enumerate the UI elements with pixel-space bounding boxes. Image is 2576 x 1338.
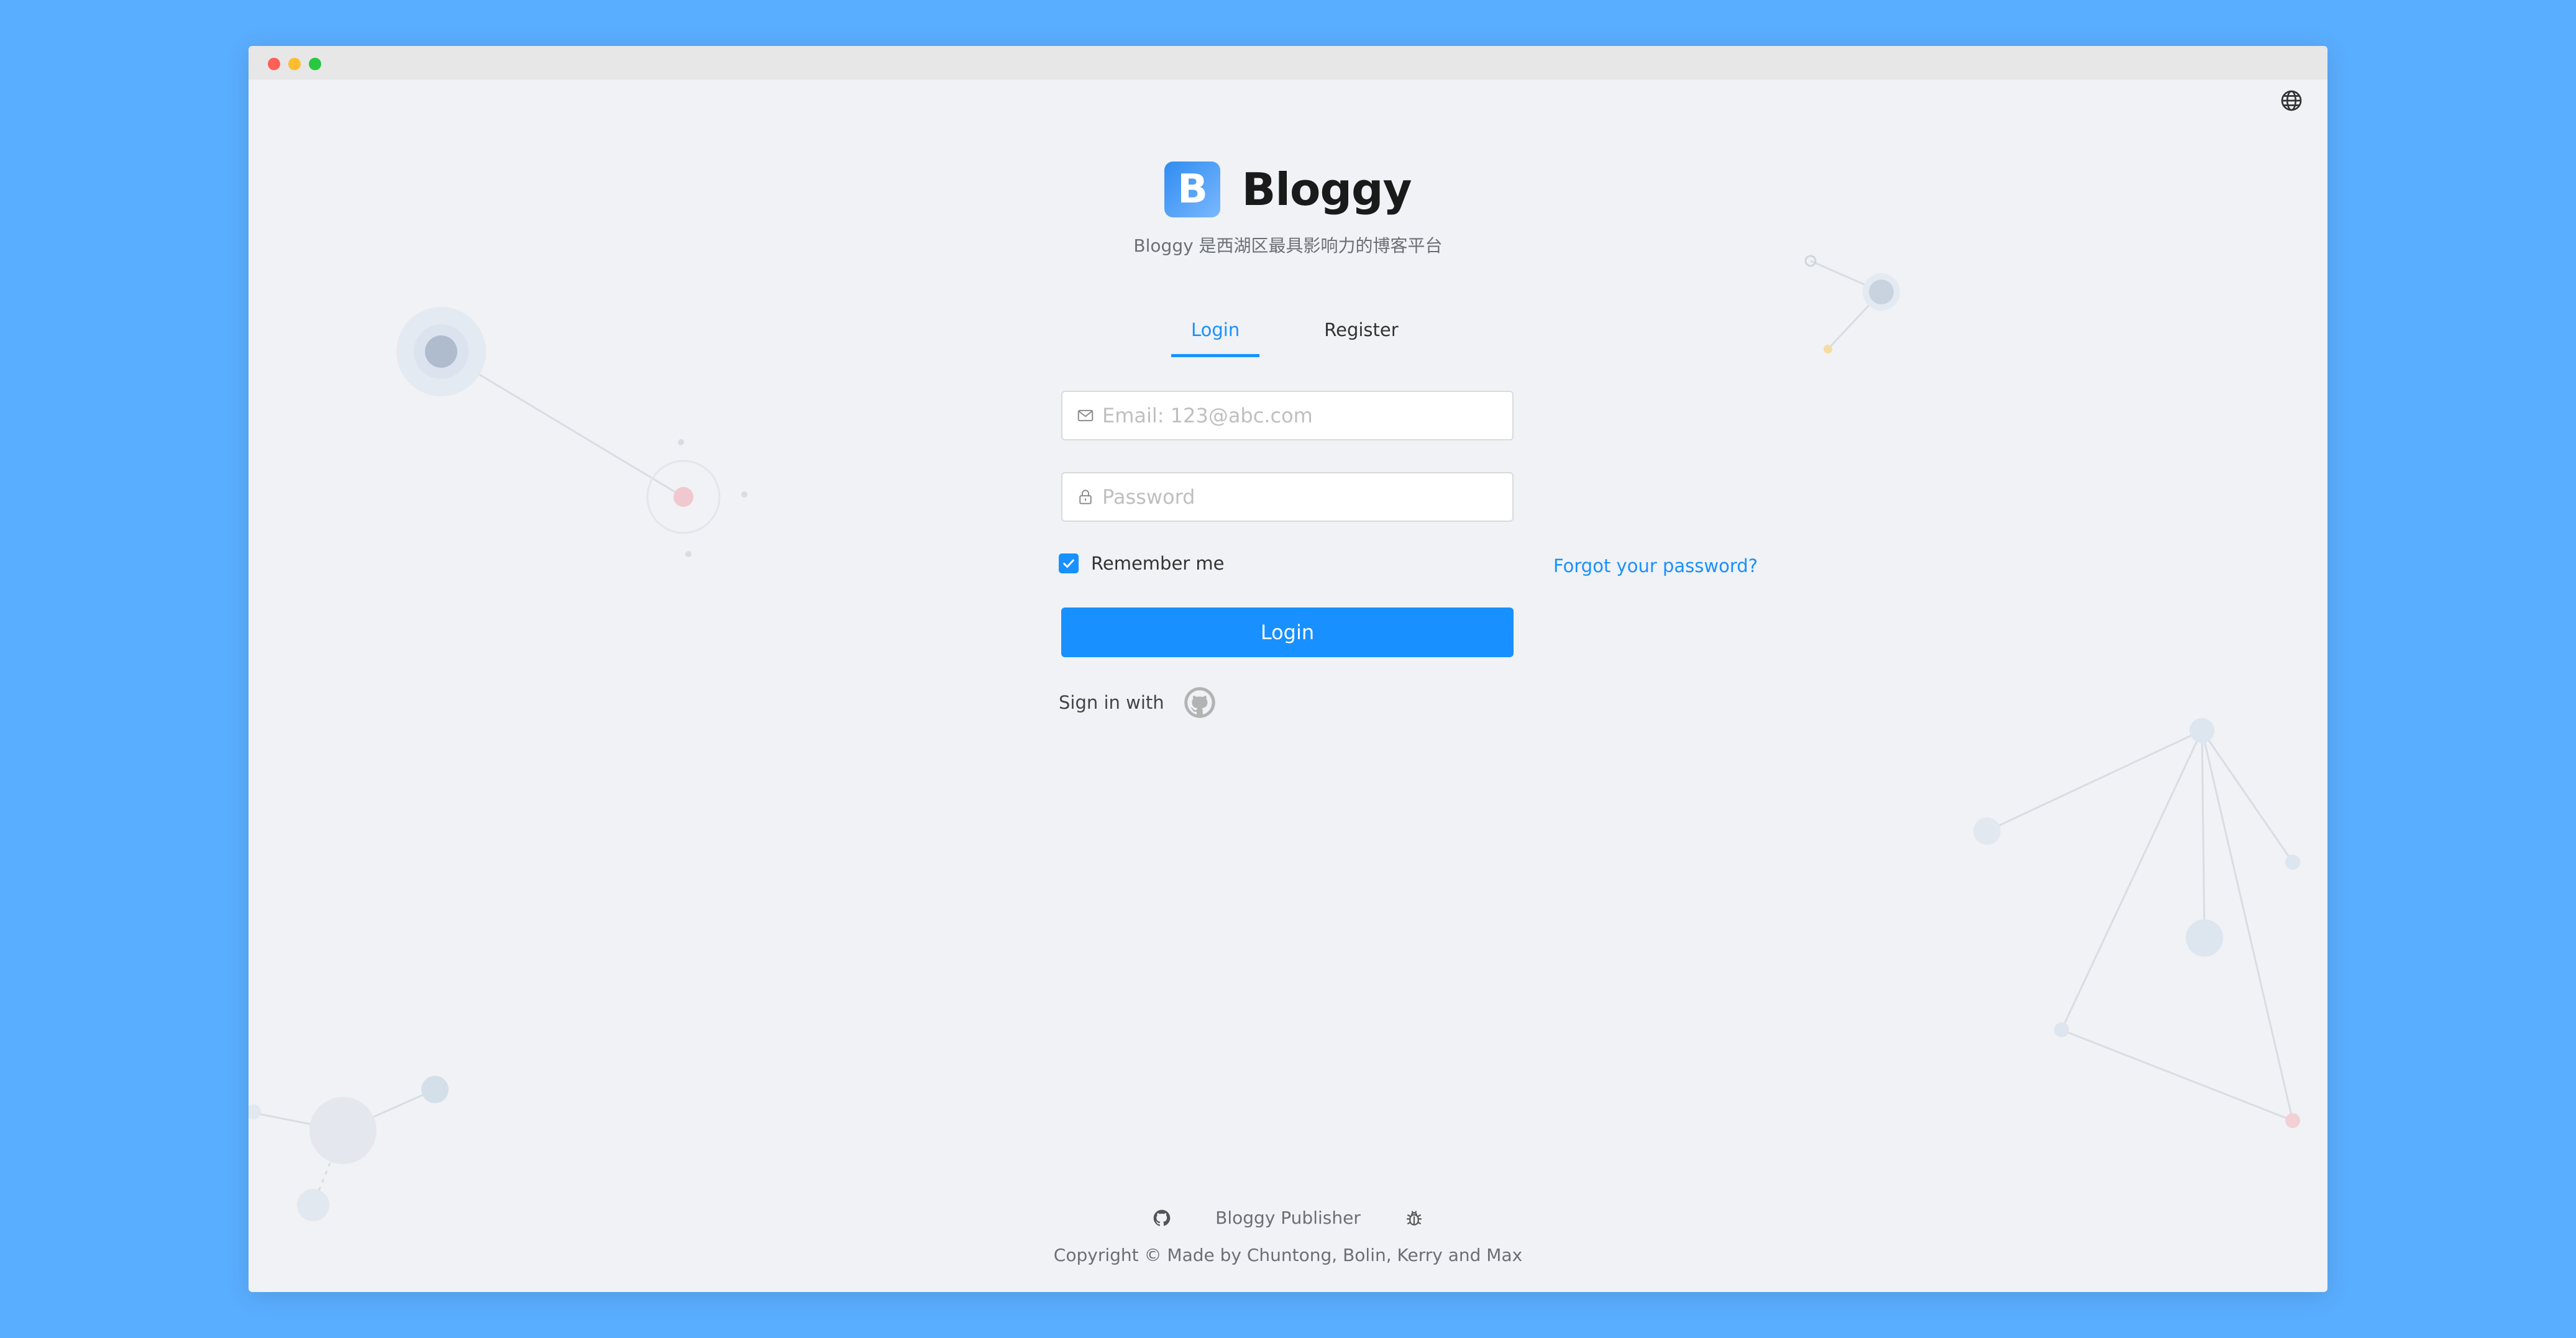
mail-icon [1077, 409, 1094, 422]
social-signin: Sign in with [1059, 686, 1217, 719]
background-network-decoration [249, 255, 2300, 1221]
github-icon[interactable] [1183, 686, 1217, 719]
email-field[interactable] [1061, 391, 1514, 440]
checkbox-checked[interactable] [1059, 553, 1079, 573]
minimize-window-button[interactable] [288, 58, 301, 70]
close-window-button[interactable] [268, 58, 280, 70]
app-tagline: Bloggy 是西湖区最具影响力的博客平台 [1133, 235, 1443, 256]
globe-icon[interactable] [2279, 88, 2304, 113]
lock-icon [1079, 489, 1092, 504]
footer-links: Bloggy Publisher [249, 1208, 2327, 1228]
forgot-password-link[interactable]: Forgot your password? [1553, 555, 1758, 576]
login-button[interactable]: Login [1061, 608, 1514, 657]
github-icon[interactable] [1152, 1208, 1172, 1228]
password-field[interactable] [1061, 472, 1514, 522]
sign-in-with-label: Sign in with [1059, 692, 1164, 713]
email-input[interactable] [1102, 404, 1499, 427]
remember-me-label: Remember me [1091, 553, 1225, 574]
auth-tabs: Login Register [1171, 319, 1418, 357]
bug-icon[interactable] [1404, 1208, 1424, 1228]
password-input[interactable] [1102, 485, 1499, 509]
app-window: B Bloggy Bloggy 是西湖区最具影响力的博客平台 Login Reg… [249, 46, 2327, 1292]
copyright-notice: Copyright © Made by Chuntong, Bolin, Ker… [1053, 1245, 1523, 1265]
bloggy-publisher-link[interactable]: Bloggy Publisher [1215, 1208, 1361, 1228]
window-titlebar [249, 46, 2327, 80]
remember-me-checkbox[interactable]: Remember me [1059, 553, 1225, 574]
bloggy-logo: B [1164, 162, 1221, 217]
tab-login[interactable]: Login [1171, 319, 1260, 357]
maximize-window-button[interactable] [309, 58, 321, 70]
app-title: Bloggy [1241, 163, 1412, 216]
tab-register[interactable]: Register [1304, 319, 1418, 357]
check-icon [1063, 559, 1074, 568]
brand-header: B Bloggy [249, 162, 2327, 217]
